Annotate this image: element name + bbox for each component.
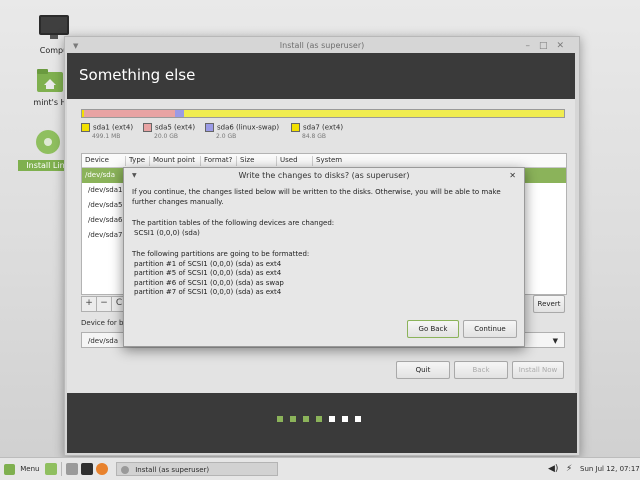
legend-swatch	[291, 123, 300, 132]
bootloader-device-label: Device for b	[81, 319, 124, 327]
dialog-tables-section: The partition tables of the following de…	[132, 219, 516, 238]
clock[interactable]: Sun Jul 12, 07:17	[580, 462, 640, 476]
column-header[interactable]: Used	[276, 156, 298, 166]
progress-dot	[290, 416, 296, 422]
install-now-button[interactable]: Install Now	[512, 361, 564, 379]
start-menu-button[interactable]: Menu	[4, 462, 39, 476]
dialog-title: Write the changes to disks? (as superuse…	[238, 171, 410, 180]
dialog-menu-icon[interactable]: ▼	[132, 168, 137, 184]
column-header[interactable]: System	[312, 156, 342, 166]
network-icon[interactable]: ⚡	[566, 462, 572, 476]
show-desktop-icon[interactable]	[45, 463, 57, 475]
terminal-icon[interactable]	[81, 463, 93, 475]
dialog-titlebar[interactable]: ▼ Write the changes to disks? (as superu…	[124, 168, 524, 184]
legend-size: 84.8 GB	[302, 133, 327, 140]
firefox-icon[interactable]	[96, 463, 108, 475]
format-heading: The following partitions are going to be…	[132, 250, 310, 258]
progress-dot	[277, 416, 283, 422]
launcher-separator	[61, 462, 62, 476]
volume-icon[interactable]: ◀)	[548, 462, 558, 476]
progress-dot	[316, 416, 322, 422]
legend-sda6: sda6 (linux-swap) 2.0 GB	[205, 123, 279, 140]
format-item: partition #7 of SCSI1 (0,0,0) (sda) as e…	[134, 288, 282, 296]
dialog-intro: If you continue, the changes listed belo…	[132, 188, 501, 206]
column-header[interactable]: Type	[125, 156, 145, 166]
legend-sda1: sda1 (ext4) 499.1 MB	[81, 123, 133, 140]
taskbar-window-button[interactable]: Install (as superuser)	[116, 462, 278, 476]
partition-bar	[81, 109, 565, 118]
legend-size: 20.0 GB	[154, 133, 179, 140]
window-icon	[121, 466, 129, 474]
back-button[interactable]: Back	[454, 361, 508, 379]
taskbar-window-title: Install (as superuser)	[135, 466, 210, 474]
progress-dots	[277, 415, 368, 425]
progress-dot	[329, 416, 335, 422]
format-item: partition #5 of SCSI1 (0,0,0) (sda) as e…	[134, 269, 282, 277]
dialog-format-section: The following partitions are going to be…	[132, 250, 516, 298]
column-header[interactable]: Mount point	[149, 156, 195, 166]
disc-icon	[36, 130, 60, 154]
legend-name: sda1 (ext4)	[93, 123, 134, 132]
format-item: partition #6 of SCSI1 (0,0,0) (sda) as s…	[134, 278, 284, 287]
mint-logo-icon	[4, 463, 15, 475]
menu-label: Menu	[20, 465, 40, 473]
go-back-button[interactable]: Go Back	[407, 320, 459, 338]
legend-name: sda5 (ext4)	[155, 123, 196, 132]
close-icon[interactable]: ✕	[556, 41, 573, 51]
add-partition-button[interactable]: +	[81, 296, 97, 312]
continue-button[interactable]: Continue	[463, 320, 517, 338]
progress-dot	[342, 416, 348, 422]
tables-heading: The partition tables of the following de…	[132, 219, 335, 227]
quit-button[interactable]: Quit	[396, 361, 450, 379]
revert-button[interactable]: Revert	[533, 295, 565, 313]
legend-size: 499.1 MB	[92, 133, 121, 140]
partition-seg-sda5	[84, 110, 175, 117]
write-changes-dialog: ▼ Write the changes to disks? (as superu…	[123, 167, 525, 347]
progress-dot	[303, 416, 309, 422]
legend-swatch	[143, 123, 152, 132]
table-header: Device Type Mount point Format? Size Use…	[82, 154, 566, 168]
maximize-icon[interactable]: □	[539, 41, 557, 51]
bootloader-device-value: /dev/sda	[88, 337, 118, 345]
tables-item: SCSI1 (0,0,0) (sda)	[134, 228, 200, 237]
legend-swatch	[81, 123, 90, 132]
column-header[interactable]: Size	[236, 156, 254, 166]
column-header[interactable]: Device	[82, 156, 109, 166]
column-header[interactable]: Format?	[200, 156, 232, 166]
dropdown-arrow-icon: ▼	[552, 337, 558, 345]
remove-partition-button[interactable]: −	[96, 296, 112, 312]
close-icon[interactable]: ✕	[509, 168, 516, 184]
taskbar: Menu Install (as superuser) ◀) ⚡ Sun Jul…	[0, 457, 640, 480]
legend-sda5: sda5 (ext4) 20.0 GB	[143, 123, 195, 140]
legend-sda7: sda7 (ext4) 84.8 GB	[291, 123, 343, 140]
minimize-icon[interactable]: –	[525, 41, 539, 51]
home-folder-icon	[37, 69, 63, 92]
partition-seg-sda6	[175, 110, 184, 117]
legend-swatch	[205, 123, 214, 132]
dialog-body: If you continue, the changes listed belo…	[132, 188, 516, 305]
partition-seg-sda7	[184, 110, 564, 117]
files-icon[interactable]	[66, 463, 78, 475]
legend-name: sda6 (linux-swap)	[217, 123, 280, 132]
format-item: partition #1 of SCSI1 (0,0,0) (sda) as e…	[134, 259, 282, 268]
legend-size: 2.0 GB	[216, 133, 237, 140]
page-title: Something else	[67, 53, 575, 99]
legend-name: sda7 (ext4)	[303, 123, 344, 132]
progress-dot	[355, 416, 361, 422]
window-title: Install (as superuser)	[279, 41, 365, 50]
